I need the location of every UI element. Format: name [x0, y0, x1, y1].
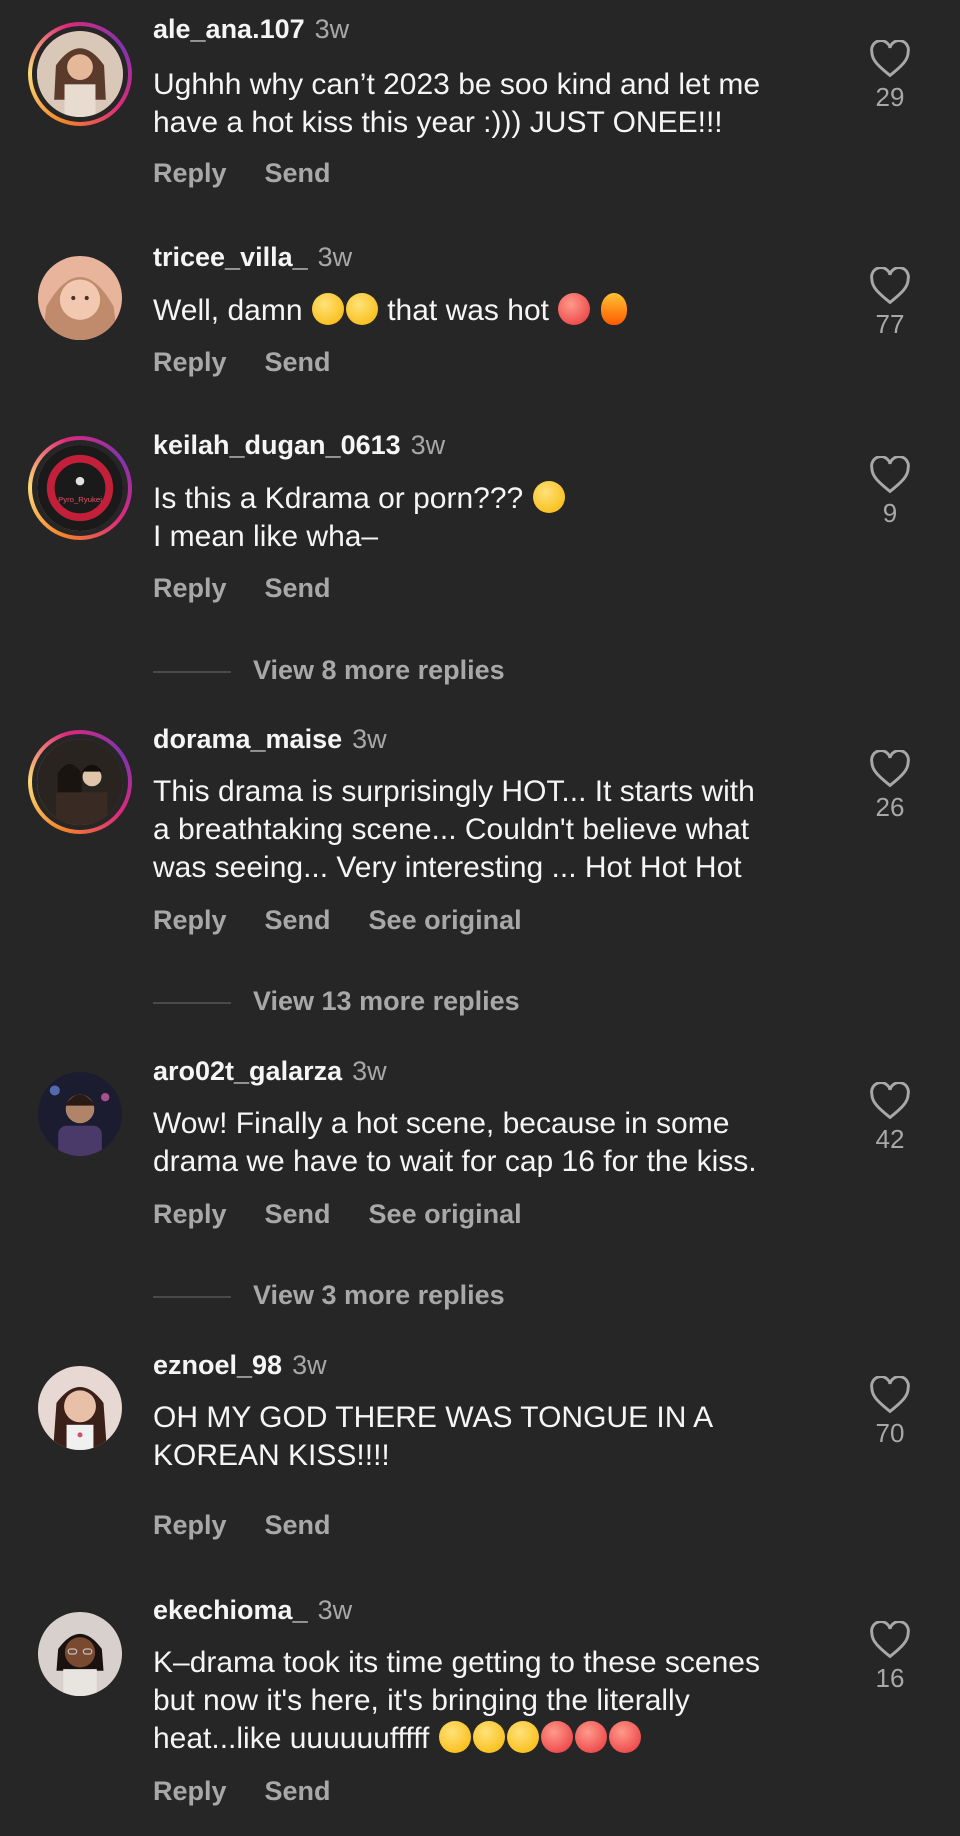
avatar-image [37, 31, 123, 117]
comment-text: Well, damn that was hot [153, 292, 843, 330]
see-original-button[interactable]: See original [369, 905, 522, 935]
avatar[interactable]: Pyro_Ryukei [28, 436, 132, 540]
like-button[interactable]: 9 [864, 456, 916, 529]
send-button[interactable]: Send [265, 347, 331, 377]
avatar-image [38, 1072, 122, 1156]
timestamp: 3w [352, 1056, 387, 1086]
heart-icon [870, 267, 910, 305]
divider [153, 670, 231, 673]
heart-icon [870, 1082, 910, 1120]
username[interactable]: ekechioma_ [153, 1595, 308, 1625]
hot-face-emoji [540, 1721, 573, 1753]
like-count: 70 [875, 1418, 905, 1448]
send-button[interactable]: Send [265, 1199, 331, 1229]
heart-icon [870, 40, 910, 78]
avatar[interactable] [28, 22, 132, 126]
comment-text: Is this a Kdrama or porn??? I mean like … [153, 480, 843, 556]
send-button[interactable]: Send [265, 158, 331, 188]
like-count: 42 [875, 1124, 905, 1154]
comment-text: OH MY GOD THERE WAS TONGUE IN A KOREAN K… [153, 1401, 714, 1472]
comment-text-part: heat...like uuuuuufffff [153, 1722, 430, 1755]
laughing-face-emoji [345, 293, 378, 325]
comment-text-part: Well, damn [153, 294, 303, 327]
fire-emoji [600, 293, 627, 325]
send-button[interactable]: Send [265, 1776, 331, 1806]
reply-button[interactable]: Reply [153, 573, 227, 603]
reply-button[interactable]: Reply [153, 905, 227, 935]
timestamp: 3w [292, 1350, 327, 1380]
heart-icon [870, 750, 910, 788]
comment-text: Wow! Finally a hot scene, because in som… [153, 1107, 757, 1178]
avatar-logo-text: Pyro_Ryukei [58, 495, 102, 504]
username[interactable]: tricee_villa_ [153, 242, 308, 272]
hot-face-emoji [574, 1721, 607, 1753]
reply-button[interactable]: Reply [153, 1776, 227, 1806]
timestamp: 3w [352, 724, 387, 754]
like-count: 9 [882, 498, 898, 528]
view-more-label: View 13 more replies [253, 986, 520, 1016]
like-button[interactable]: 42 [864, 1082, 916, 1155]
username[interactable]: eznoel_98 [153, 1350, 282, 1380]
saluting-face-emoji [472, 1721, 505, 1753]
avatar-image [37, 739, 123, 825]
like-button[interactable]: 70 [864, 1376, 916, 1449]
avatar[interactable] [38, 256, 122, 340]
heart-icon [870, 1621, 910, 1659]
like-count: 29 [875, 82, 905, 112]
view-more-label: View 8 more replies [253, 655, 505, 685]
divider [153, 1001, 231, 1004]
comment-text-part: K–drama took its time getting to these s… [153, 1646, 760, 1717]
send-button[interactable]: Send [265, 905, 331, 935]
divider [153, 1295, 231, 1298]
username[interactable]: aro02t_galarza [153, 1056, 342, 1086]
send-button[interactable]: Send [265, 573, 331, 603]
reply-button[interactable]: Reply [153, 1510, 227, 1540]
avatar[interactable] [38, 1072, 122, 1156]
heart-icon [870, 456, 910, 494]
username[interactable]: ale_ana.107 [153, 14, 305, 44]
like-button[interactable]: 77 [864, 267, 916, 340]
avatar-image: Pyro_Ryukei [37, 445, 123, 531]
like-count: 16 [875, 1663, 905, 1693]
timestamp: 3w [317, 1595, 353, 1625]
comment-text: This drama is surprisingly HOT... It sta… [153, 775, 755, 884]
saluting-face-emoji [438, 1721, 471, 1753]
like-button[interactable]: 26 [864, 750, 916, 823]
avatar-image [38, 1612, 122, 1696]
avatar-image [38, 1366, 122, 1450]
hot-face-emoji [558, 293, 591, 325]
view-more-replies[interactable]: View 8 more replies [153, 655, 505, 686]
comment-text: Ughhh why can’t 2023 be soo kind and let… [153, 68, 761, 139]
avatar[interactable] [38, 1612, 122, 1696]
see-original-button[interactable]: See original [369, 1199, 522, 1229]
like-count: 77 [875, 309, 905, 339]
like-count: 26 [875, 792, 905, 822]
timestamp: 3w [314, 14, 350, 44]
heart-icon [870, 1376, 910, 1414]
timestamp: 3w [317, 242, 353, 272]
like-button[interactable]: 29 [864, 40, 916, 113]
reply-button[interactable]: Reply [153, 158, 227, 188]
timestamp: 3w [410, 430, 446, 460]
like-button[interactable]: 16 [864, 1621, 916, 1694]
reply-button[interactable]: Reply [153, 1199, 227, 1229]
comment-text: K–drama took its time getting to these s… [153, 1644, 843, 1758]
avatar[interactable] [38, 1366, 122, 1450]
avatar-image [38, 256, 122, 340]
comment-text-part: that was hot [387, 294, 549, 327]
send-button[interactable]: Send [265, 1510, 331, 1540]
woozy-face-emoji [311, 293, 344, 325]
saluting-face-emoji [506, 1721, 539, 1753]
view-more-replies[interactable]: View 3 more replies [153, 1280, 505, 1311]
hot-face-emoji [608, 1721, 641, 1753]
comment-text-part: I mean like wha– [153, 520, 379, 553]
reply-button[interactable]: Reply [153, 347, 227, 377]
avatar[interactable] [28, 730, 132, 834]
view-more-replies[interactable]: View 13 more replies [153, 986, 520, 1017]
username[interactable]: keilah_dugan_0613 [153, 430, 401, 460]
comment-text-part: Is this a Kdrama or porn??? [153, 482, 524, 515]
username[interactable]: dorama_maise [153, 724, 342, 754]
surprised-face-emoji [532, 481, 565, 513]
view-more-label: View 3 more replies [253, 1280, 505, 1310]
